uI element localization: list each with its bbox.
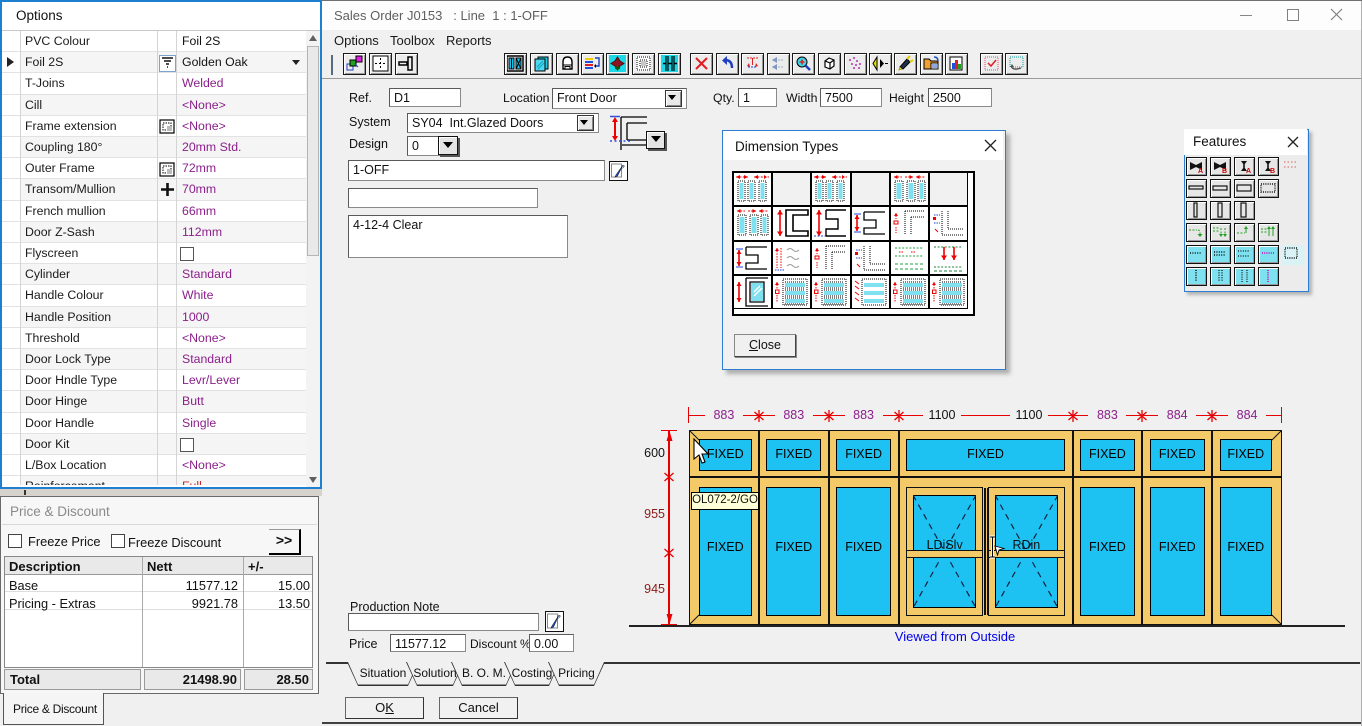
svg-text:B: B — [1270, 168, 1275, 174]
svg-text:A: A — [1246, 168, 1251, 174]
svg-text:B: B — [1222, 168, 1227, 174]
svg-text:A: A — [1198, 168, 1203, 174]
